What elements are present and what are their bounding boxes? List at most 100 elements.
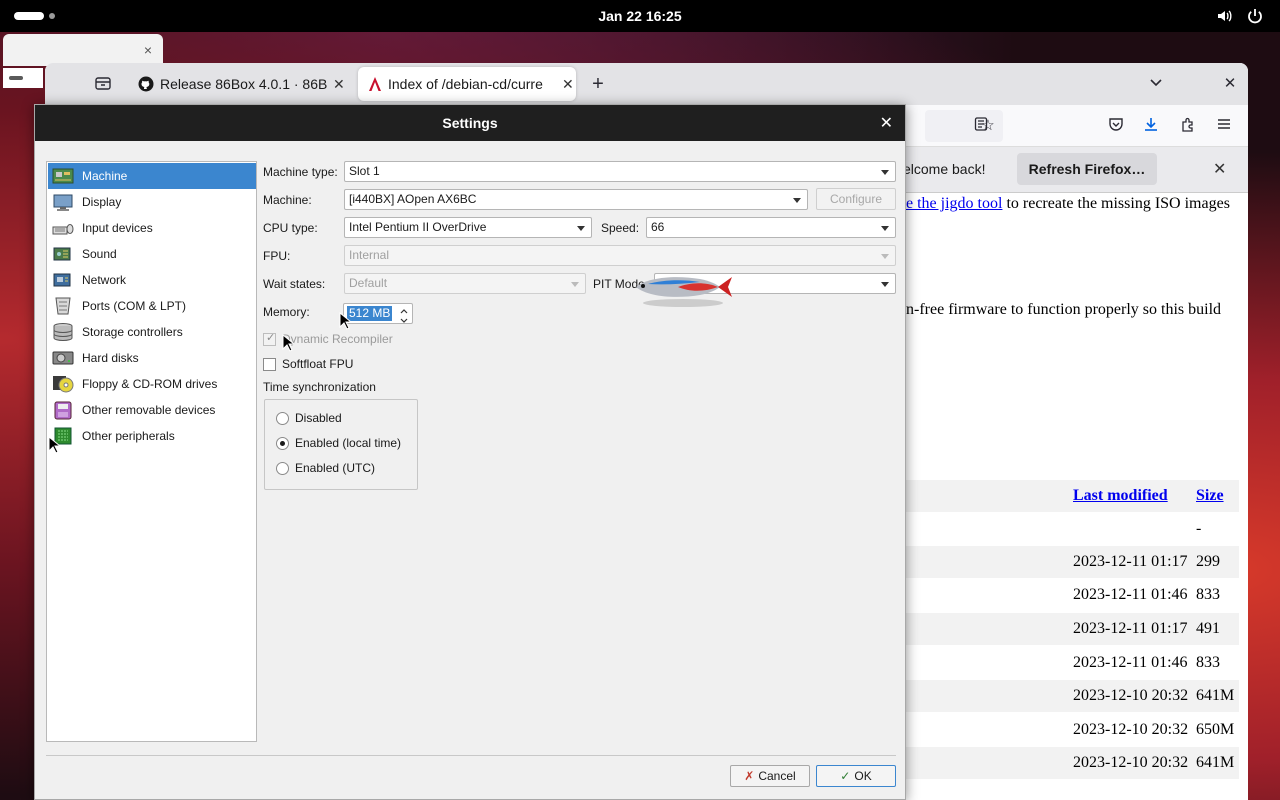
row-date: 2023-12-10 20:32 [1073,687,1189,704]
category-label: Machine [82,169,128,183]
mouse-cursor-icon [339,311,353,330]
clock[interactable]: Jan 22 16:25 [560,8,720,24]
wait-states-label: Wait states: [263,277,326,291]
notification-message: elcome back! [903,161,986,177]
spin-up-icon[interactable] [398,305,410,314]
time-sync-disabled-radio[interactable] [276,412,289,425]
table-row[interactable]: 2023-12-11 01:17 491 [903,613,1239,645]
tab-label: Release 86Box 4.0.1 · 86B [160,76,327,92]
volume-icon[interactable] [1216,7,1234,25]
close-icon[interactable]: × [144,42,152,58]
display-icon [51,191,75,213]
time-sync-local-radio[interactable] [276,437,289,450]
ok-button[interactable]: ✓ OK [816,765,896,787]
dynamic-recompiler-label: Dynamic Recompiler [282,332,393,346]
menu-icon[interactable] [1214,116,1234,136]
separator [46,755,896,756]
memory-value: 512 MB [347,306,393,321]
tab-overview-icon[interactable] [93,74,113,94]
machine-type-select[interactable]: Slot 1 [344,161,896,182]
extensions-icon[interactable] [1178,116,1198,136]
time-sync-utc-radio[interactable] [276,462,289,475]
dynamic-recompiler-checkbox[interactable]: ✓ [263,332,276,346]
close-icon[interactable]: ✕ [1213,159,1226,179]
spin-down-icon[interactable] [398,314,410,323]
memory-spinbox[interactable]: 512 MB [343,303,413,324]
mouse-cursor-icon [48,435,62,454]
radio-label: Disabled [295,411,342,425]
category-display[interactable]: Display [48,189,256,215]
row-size: 641M [1196,687,1235,704]
row-date: 2023-12-11 01:17 [1073,553,1188,570]
close-window-icon[interactable]: ✕ [1220,74,1240,94]
table-row[interactable]: 2023-12-11 01:46 833 [903,579,1239,611]
pocket-icon[interactable] [1106,116,1126,136]
select-value: Internal [349,248,390,262]
select-value: 66 [651,220,665,234]
radio-label: Enabled (local time) [295,436,402,450]
row-size: 299 [1196,553,1220,570]
close-icon[interactable]: ✕ [562,76,574,93]
softfloat-fpu-checkbox[interactable] [263,358,276,371]
refresh-firefox-button[interactable]: Refresh Firefox… [1017,153,1157,185]
sound-icon [51,243,75,265]
category-other-removable[interactable]: Other removable devices [48,397,256,423]
speed-label: Speed: [601,221,640,235]
table-row[interactable]: 2023-12-11 01:17 299 [903,546,1239,578]
storage-icon [51,321,75,343]
category-input-devices[interactable]: Input devices [48,215,256,241]
debian-icon [368,76,382,92]
activities-indicator[interactable] [14,12,55,20]
tab-86box-release[interactable]: Release 86Box 4.0.1 · 86B ✕ [128,67,350,101]
table-row[interactable]: 2023-12-10 20:32 641M [903,680,1239,712]
bookmark-star-icon[interactable]: ☆ [978,116,998,136]
input-devices-icon [51,217,75,239]
background-window-thumbnail[interactable] [3,68,43,88]
wait-states-select[interactable]: Default [344,273,586,294]
chevron-down-icon[interactable] [1146,74,1166,94]
size-header-link[interactable]: Size [1196,487,1224,505]
table-row[interactable]: 2023-12-10 20:32 641M [903,747,1239,779]
category-sound[interactable]: Sound [48,241,256,267]
cpu-type-select[interactable]: Intel Pentium II OverDrive [344,217,592,238]
fpu-select[interactable]: Internal [344,245,896,266]
category-hard-disks[interactable]: Hard disks [48,345,256,371]
tab-bar: Release 86Box 4.0.1 · 86B ✕ Index of /de… [45,63,1248,105]
speed-select[interactable]: 66 [646,217,896,238]
dialog-title: Settings [442,115,498,131]
jigdo-tool-link[interactable]: e the jigdo tool [906,195,1002,212]
configure-button[interactable]: Configure [816,188,896,210]
background-window[interactable]: × [3,34,163,66]
category-ports[interactable]: Ports (COM & LPT) [48,293,256,319]
cancel-button[interactable]: ✗ Cancel [730,765,810,787]
machine-type-label: Machine type: [263,165,338,179]
select-value: Default [349,276,388,290]
last-modified-header-link[interactable]: Last modified [1073,487,1168,505]
machine-select[interactable]: [i440BX] AOpen AX6BC [344,189,808,210]
category-floppy-cdrom[interactable]: Floppy & CD-ROM drives [48,371,256,397]
top-bar: Jan 22 16:25 [0,0,1280,32]
category-label: Display [82,195,122,209]
close-icon[interactable]: ✕ [880,113,893,133]
downloads-icon[interactable] [1141,116,1161,136]
close-icon[interactable]: ✕ [333,76,345,93]
power-icon[interactable] [1246,7,1264,25]
table-row[interactable]: 2023-12-10 20:32 650M [903,714,1239,746]
row-date: 2023-12-10 20:32 [1073,754,1189,771]
category-machine[interactable]: Machine [48,163,256,189]
category-network[interactable]: Network [48,267,256,293]
new-tab-icon[interactable]: + [588,74,608,94]
time-sync-group: Disabled Enabled (local time) Enabled (U… [264,399,418,490]
category-other-peripherals[interactable]: Other peripherals [48,423,256,449]
row-date: 2023-12-11 01:46 [1073,654,1188,671]
dialog-titlebar[interactable]: Settings ✕ [35,105,905,141]
tab-debian-index[interactable]: Index of /debian-cd/curre ✕ [358,67,576,101]
table-row[interactable]: - [903,513,1239,545]
ok-icon: ✓ [840,769,851,783]
button-label: Cancel [758,769,796,783]
radio-label: Enabled (UTC) [295,461,376,475]
cancel-icon: ✗ [744,769,755,783]
table-row[interactable]: 2023-12-11 01:46 833 [903,647,1239,679]
category-list: Machine Display Input devices Sound Netw… [46,161,257,742]
category-storage-controllers[interactable]: Storage controllers [48,319,256,345]
